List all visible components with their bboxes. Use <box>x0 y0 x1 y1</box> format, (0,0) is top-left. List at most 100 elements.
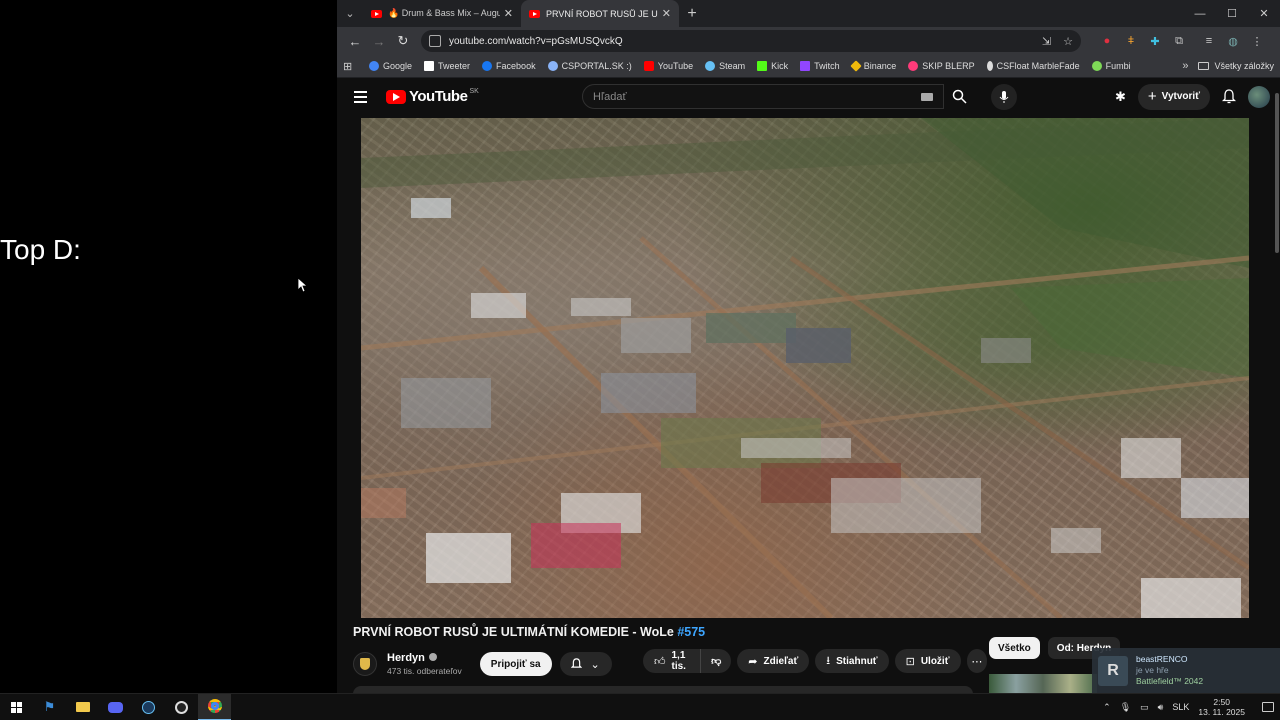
related-video-thumbnail[interactable] <box>989 674 1097 693</box>
bookmark-label: Kick <box>771 61 789 71</box>
bookmark-label: Google <box>383 61 413 71</box>
window-close-button[interactable]: ✕ <box>1248 0 1280 27</box>
extension-red-icon[interactable]: ● <box>1095 29 1119 53</box>
search-input[interactable]: Hľadať <box>582 84 944 109</box>
thumbs-up-icon: 👍︎ <box>654 655 666 668</box>
address-bar[interactable]: youtube.com/watch?v=pGsMUSQvckQ ⇲ ☆ <box>421 30 1081 52</box>
taskbar-app-explorer-pin[interactable]: ⚑ <box>33 694 66 720</box>
video-player[interactable] <box>361 118 1249 618</box>
taskbar-discord[interactable] <box>99 694 132 720</box>
network-icon[interactable]: ▭ <box>1140 702 1149 713</box>
close-icon[interactable]: ✕ <box>662 7 671 20</box>
back-button[interactable]: ← <box>343 29 367 53</box>
search-button[interactable] <box>944 84 974 109</box>
extension-puzzle-blue-icon[interactable]: ✚ <box>1143 29 1167 53</box>
download-button[interactable]: ⭳ Stiahnuť <box>815 649 889 673</box>
bookmark-item[interactable]: CSPORTAL.SK :) <box>547 61 632 71</box>
clock[interactable]: 2:50 13. 11. 2025 <box>1198 697 1245 717</box>
close-icon[interactable]: ✕ <box>504 7 513 20</box>
chevron-up-icon[interactable]: ⌃ <box>1103 702 1111 713</box>
new-tab-button[interactable]: + <box>679 5 705 23</box>
subscriber-count: 473 tis. odberateľov <box>387 666 462 676</box>
tab-drum-and-bass[interactable]: 🔥 Drum & Bass Mix – August 2 ✕ <box>363 0 521 27</box>
taskbar: ⚑ ⌃ 🎙︎ ▭ 🔊︎ SLK 2:50 13. 11. 2025 <box>0 693 1280 720</box>
bookmark-icon: ⊡ <box>905 655 915 668</box>
media-control-icon[interactable]: ≡ <box>1197 29 1221 53</box>
apps-grid-icon[interactable]: ⊞ <box>343 60 363 73</box>
region-code: SK <box>469 88 479 95</box>
notifications-bell-icon[interactable] <box>1222 89 1236 104</box>
more-actions-button[interactable]: ⋯ <box>966 649 988 673</box>
bookmark-item[interactable]: Twitch <box>800 61 840 71</box>
share-button[interactable]: ➦ Zdieľať <box>737 649 810 673</box>
voice-search-button[interactable] <box>991 84 1017 110</box>
install-app-icon[interactable]: ⇲ <box>1042 35 1051 48</box>
taskbar-file-explorer[interactable] <box>66 694 99 720</box>
language-indicator[interactable]: SLK <box>1172 702 1189 712</box>
minimize-button[interactable]: — <box>1184 0 1216 27</box>
menu-icon[interactable] <box>354 90 378 103</box>
download-icon: ⭳ <box>826 654 831 667</box>
keyboard-icon[interactable] <box>921 92 933 101</box>
site-info-icon[interactable] <box>429 35 441 47</box>
system-tray: ⌃ 🎙︎ ▭ 🔊︎ SLK 2:50 13. 11. 2025 <box>1103 697 1280 717</box>
like-dislike-group: 👍︎ 1,1 tis. 👎︎ <box>643 649 732 673</box>
save-button[interactable]: ⊡ Uložiť <box>894 649 961 673</box>
taskbar-obs[interactable] <box>165 694 198 720</box>
all-bookmarks-folder[interactable]: Všetky záložky <box>1198 61 1274 71</box>
start-button[interactable] <box>0 694 33 720</box>
bookmark-item[interactable]: Google <box>369 61 412 71</box>
subscribed-button[interactable]: ⌄ <box>559 652 612 676</box>
tab-prvni-robot[interactable]: PRVNÍ ROBOT RUSŮ JE ULTIMÁ ✕ <box>521 0 679 27</box>
taskbar-steam[interactable] <box>132 694 165 720</box>
video-hashtag[interactable]: #575 <box>677 625 705 639</box>
forward-button[interactable]: → <box>367 29 391 53</box>
notification-center-icon[interactable] <box>1262 702 1274 712</box>
download-label: Stiahnuť <box>836 655 878 667</box>
join-button[interactable]: Pripojiť sa <box>479 652 552 676</box>
channel-name[interactable]: Herdyn <box>387 652 462 664</box>
channel-info: Herdyn 473 tis. odberateľov <box>387 652 462 676</box>
description-box[interactable] <box>353 686 973 693</box>
dislike-button[interactable]: 👎︎ <box>701 649 732 673</box>
bookmark-star-icon[interactable]: ☆ <box>1063 35 1073 48</box>
bookmark-item[interactable]: YouTube <box>643 61 693 71</box>
steam-friend-notification[interactable]: R beastRENCO je ve hře Battlefield™ 2042 <box>1092 648 1280 693</box>
channel-avatar[interactable] <box>353 652 377 676</box>
search-icon <box>952 89 967 104</box>
create-button[interactable]: + Vytvoriť <box>1137 83 1210 110</box>
bookmark-item[interactable]: Steam <box>705 61 745 71</box>
bookmark-item[interactable]: SKIP BLERP <box>908 61 975 71</box>
chip-all[interactable]: Všetko <box>989 637 1040 659</box>
bookmark-item[interactable]: Tweeter <box>424 61 470 71</box>
bookmark-label: CSFloat MarbleFade <box>996 61 1080 71</box>
extensions-icon[interactable]: ⧉ <box>1167 29 1191 53</box>
like-button[interactable]: 👍︎ 1,1 tis. <box>643 649 702 673</box>
chevron-more-icon[interactable]: » <box>1182 60 1188 72</box>
overlay-top-label: Top D: <box>0 234 81 265</box>
tab-search-icon[interactable]: ⌄ <box>337 0 363 27</box>
kick-icon <box>757 61 768 71</box>
bookmark-item[interactable]: Fumbi <box>1091 61 1131 71</box>
extension-torch-icon[interactable]: ǂ <box>1119 29 1143 53</box>
maximize-button[interactable]: ☐ <box>1216 0 1248 27</box>
bookmark-item[interactable]: Binance <box>850 60 896 72</box>
share-label: Zdieľať <box>763 655 799 667</box>
volume-icon[interactable]: 🔊︎ <box>1158 702 1164 713</box>
browser-menu-icon[interactable]: ⋮ <box>1245 29 1269 53</box>
avatar[interactable] <box>1248 85 1270 108</box>
extension-gear-icon[interactable]: ✱ <box>1115 89 1126 105</box>
reload-button[interactable]: ↻ <box>391 29 415 53</box>
bookmark-item[interactable]: Facebook <box>482 61 536 71</box>
profile-icon[interactable]: ◍ <box>1221 29 1245 53</box>
logo-text: YouTube <box>409 88 468 105</box>
microphone-icon[interactable]: 🎙︎ <box>1120 702 1131 713</box>
bookmark-item[interactable]: Kick <box>757 61 788 71</box>
page-scrollbar[interactable] <box>1274 89 1280 693</box>
save-label: Uložiť <box>920 655 950 667</box>
bookmark-item[interactable]: CSFloat MarbleFade <box>986 61 1080 71</box>
folder-label: Všetky záložky <box>1214 61 1274 71</box>
taskbar-chrome[interactable] <box>198 693 231 720</box>
youtube-logo[interactable]: YouTube SK <box>386 88 479 105</box>
scrollbar-thumb[interactable] <box>1275 93 1279 253</box>
